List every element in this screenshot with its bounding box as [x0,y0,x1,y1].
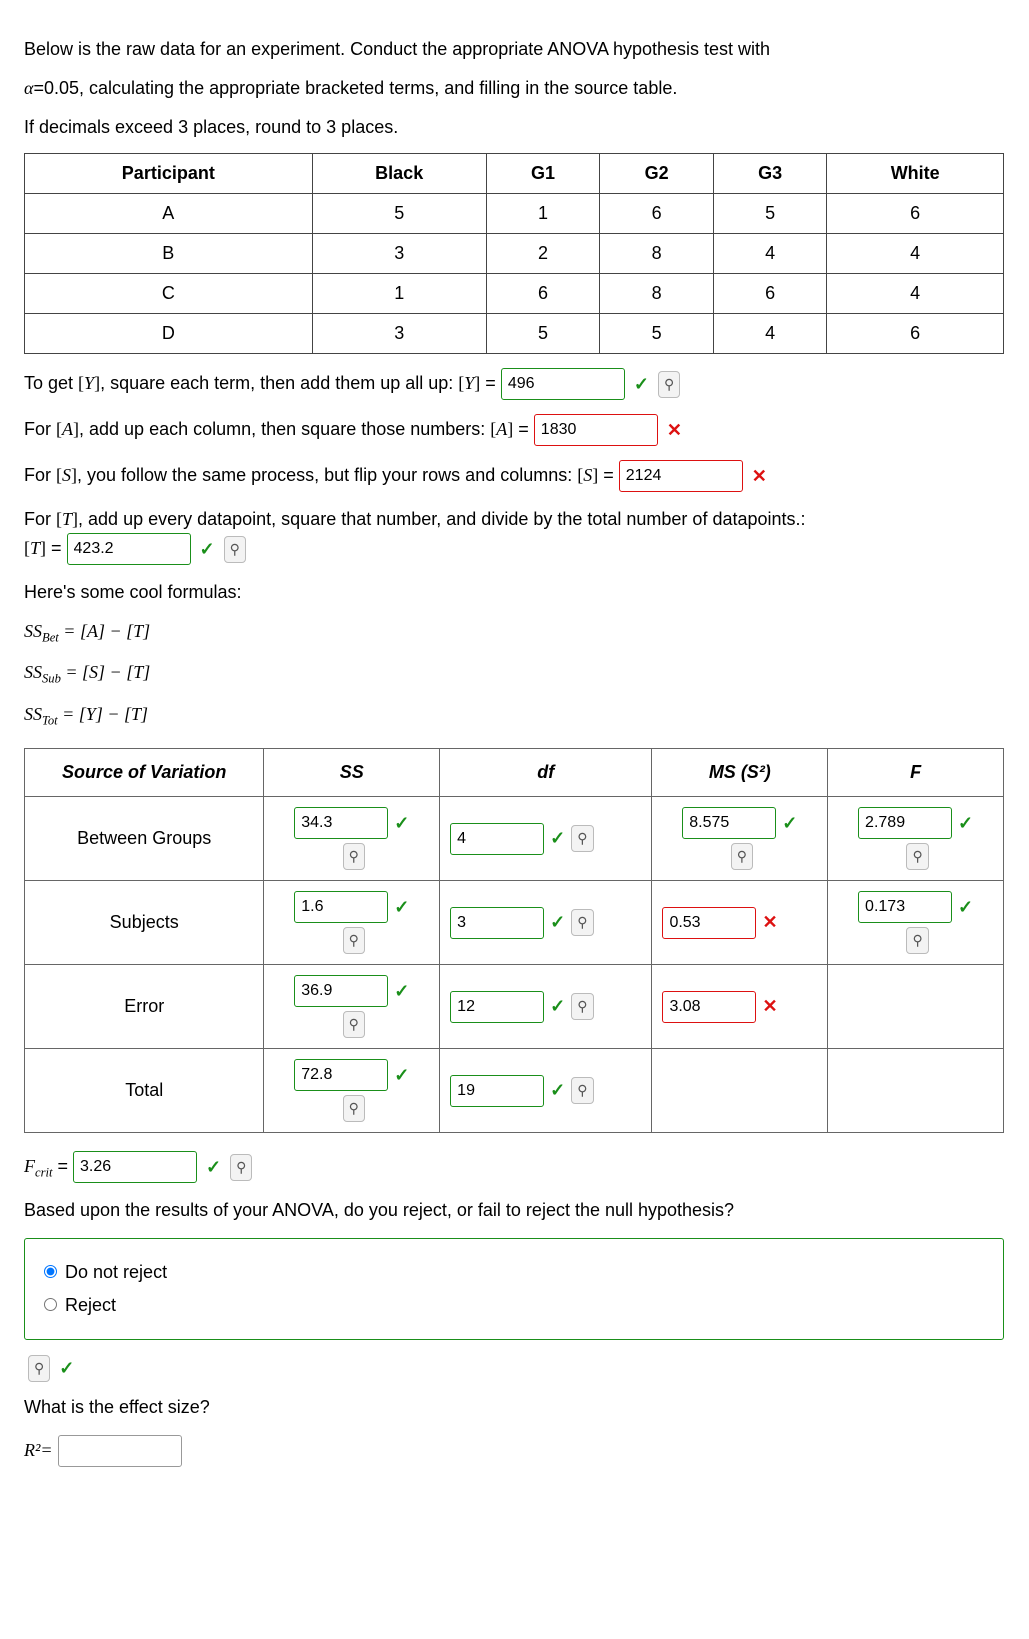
link-icon[interactable]: ⚲ [343,1095,365,1122]
question-a: For [A], add up each column, then square… [24,414,1004,446]
check-icon: ✓ [958,894,973,921]
subjects-df-input[interactable] [450,907,544,939]
formula-tot: SSTot = [Y] − [T] [24,701,1004,730]
link-icon[interactable]: ⚲ [571,909,593,936]
src-row-between: Between Groups ✓ ⚲ ✓⚲ ✓ ⚲ ✓ ⚲ [25,797,1004,881]
effect-size-question: What is the effect size? [24,1394,1004,1421]
error-ss-input[interactable] [294,975,388,1007]
decision-radio-group: Do not reject Reject [24,1238,1004,1340]
table-row: D35546 [25,314,1004,354]
between-df-input[interactable] [450,823,544,855]
radio-do-not-reject[interactable]: Do not reject [39,1259,989,1286]
question-s: For [S], you follow the same process, bu… [24,460,1004,492]
src-row-total: Total ✓ ⚲ ✓⚲ [25,1049,1004,1133]
link-icon[interactable]: ⚲ [571,825,593,852]
link-icon[interactable]: ⚲ [906,927,928,954]
check-icon: ✓ [394,810,409,837]
src-h-ms: MS (S²) [652,749,828,797]
check-icon: ✓ [394,978,409,1005]
subjects-ms-input[interactable] [662,907,756,939]
y-input[interactable] [501,368,625,400]
check-icon: ✓ [550,825,565,852]
total-ss-input[interactable] [294,1059,388,1091]
cross-icon: ✕ [762,909,777,936]
check-icon: ✓ [59,1358,74,1378]
check-icon: ✓ [550,993,565,1020]
link-icon[interactable]: ⚲ [571,1077,593,1104]
src-h-source: Source of Variation [25,749,264,797]
error-ms-input[interactable] [662,991,756,1023]
check-icon: ✓ [206,1157,221,1177]
source-table: Source of Variation SS df MS (S²) F Betw… [24,748,1004,1133]
between-ms-input[interactable] [682,807,776,839]
link-icon[interactable]: ⚲ [731,843,753,870]
formula-bet: SSBet = [A] − [T] [24,618,1004,647]
col-g2: G2 [600,154,714,194]
raw-data-table: Participant Black G1 G2 G3 White A51656 … [24,153,1004,354]
check-icon: ✓ [550,1077,565,1104]
intro-line2: α=0.05, calculating the appropriate brac… [24,75,1004,102]
table-row: C16864 [25,274,1004,314]
subjects-ss-input[interactable] [294,891,388,923]
table-row: A51656 [25,194,1004,234]
col-g1: G1 [486,154,600,194]
col-white: White [827,154,1004,194]
fcrit-input[interactable] [73,1151,197,1183]
col-black: Black [312,154,486,194]
cross-icon: ✕ [752,466,767,486]
link-icon[interactable]: ⚲ [28,1355,50,1382]
check-icon: ✓ [394,894,409,921]
link-icon[interactable]: ⚲ [343,843,365,870]
fcrit-row: Fcrit = ✓ ⚲ [24,1151,1004,1183]
subjects-f-input[interactable] [858,891,952,923]
src-h-f: F [828,749,1004,797]
link-icon[interactable]: ⚲ [343,927,365,954]
radio-reject[interactable]: Reject [39,1292,989,1319]
link-icon[interactable]: ⚲ [343,1011,365,1038]
src-row-subjects: Subjects ✓ ⚲ ✓⚲ ✕ ✓ ⚲ [25,881,1004,965]
link-icon[interactable]: ⚲ [906,843,928,870]
question-t: For [T], add up every datapoint, square … [24,506,1004,565]
check-icon: ✓ [634,374,649,394]
check-icon: ✓ [200,539,215,559]
link-icon[interactable]: ⚲ [658,371,680,398]
cross-icon: ✕ [762,993,777,1020]
error-df-input[interactable] [450,991,544,1023]
cross-icon: ✕ [667,420,682,440]
check-icon: ✓ [550,909,565,936]
r2-input[interactable] [58,1435,182,1467]
formula-heading: Here's some cool formulas: [24,579,1004,606]
s-input[interactable] [619,460,743,492]
between-ss-input[interactable] [294,807,388,839]
link-icon[interactable]: ⚲ [571,993,593,1020]
a-input[interactable] [534,414,658,446]
link-icon[interactable]: ⚲ [230,1154,252,1181]
formula-sub: SSSub = [S] − [T] [24,659,1004,688]
table-row: B32844 [25,234,1004,274]
src-h-df: df [440,749,652,797]
t-input[interactable] [67,533,191,565]
r2-row: R²= [24,1435,1004,1467]
question-y: To get [Y], square each term, then add t… [24,368,1004,400]
check-icon: ✓ [958,810,973,837]
check-icon: ✓ [394,1062,409,1089]
col-g3: G3 [713,154,827,194]
check-icon: ✓ [782,810,797,837]
between-f-input[interactable] [858,807,952,839]
total-df-input[interactable] [450,1075,544,1107]
decision-question: Based upon the results of your ANOVA, do… [24,1197,1004,1224]
intro-line3: If decimals exceed 3 places, round to 3 … [24,114,1004,141]
link-icon[interactable]: ⚲ [224,536,246,563]
src-row-error: Error ✓ ⚲ ✓⚲ ✕ [25,965,1004,1049]
src-h-ss: SS [264,749,440,797]
col-participant: Participant [25,154,313,194]
intro-line1: Below is the raw data for an experiment.… [24,36,1004,63]
